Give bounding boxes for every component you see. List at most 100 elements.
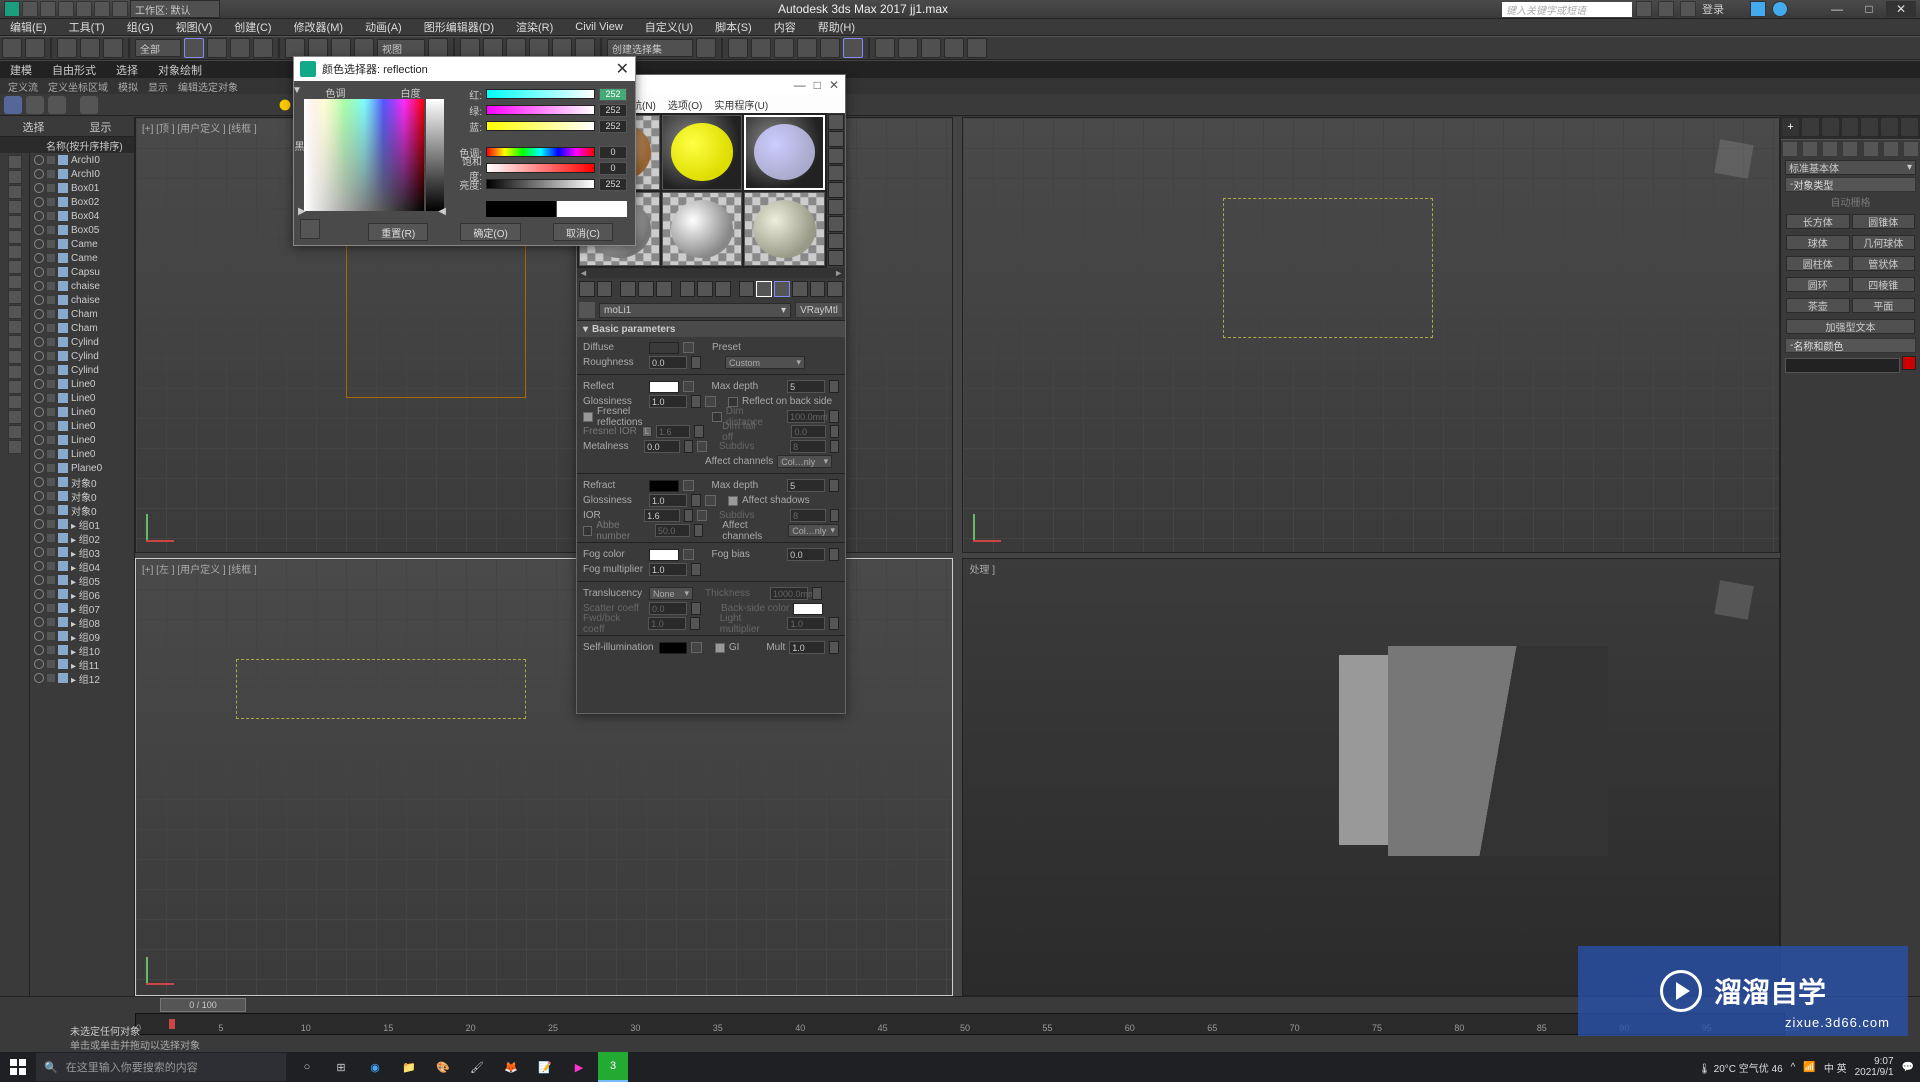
freeze-icon[interactable]: [47, 646, 55, 654]
list-item[interactable]: 对象0: [30, 475, 134, 489]
freeze-icon[interactable]: [47, 338, 55, 346]
placement-button[interactable]: [354, 38, 374, 58]
3dsmax-icon[interactable]: 3: [598, 1052, 628, 1082]
abbe-check[interactable]: [583, 526, 592, 536]
link-button[interactable]: [57, 38, 77, 58]
login-link[interactable]: 登录: [1702, 1, 1724, 17]
list-item[interactable]: Plane0: [30, 461, 134, 475]
refr-gloss-map-button[interactable]: [705, 495, 716, 506]
mat-slot-3[interactable]: [744, 115, 825, 190]
visibility-icon[interactable]: [34, 505, 44, 515]
textplus-button[interactable]: 加强型文本: [1786, 319, 1915, 334]
visibility-icon[interactable]: [34, 603, 44, 613]
filter-cam-icon[interactable]: [8, 215, 22, 229]
freeze-icon[interactable]: [47, 506, 55, 514]
freeze-icon[interactable]: [47, 604, 55, 612]
toggle-ribbon-button[interactable]: [774, 38, 794, 58]
metalness-spin-btn[interactable]: [684, 440, 693, 453]
list-item[interactable]: ▸ 组04: [30, 559, 134, 573]
visibility-icon[interactable]: [34, 337, 44, 347]
help-icon[interactable]: [1772, 1, 1788, 17]
visibility-icon[interactable]: [34, 267, 44, 277]
visibility-icon[interactable]: [34, 617, 44, 627]
ime-indicator[interactable]: 中 英: [1824, 1060, 1847, 1075]
me-menu-options[interactable]: 选项(O): [668, 97, 702, 112]
list-item[interactable]: 对象0: [30, 489, 134, 503]
lightmult-spin-btn[interactable]: [829, 617, 839, 630]
visibility-icon[interactable]: [34, 351, 44, 361]
visibility-icon[interactable]: [34, 309, 44, 319]
abbe-spin-btn[interactable]: [694, 524, 703, 537]
viewport-front[interactable]: [962, 117, 1780, 553]
cp-collapse-button[interactable]: +: [1782, 118, 1799, 136]
clock[interactable]: 9:07 2021/9/1: [1855, 1056, 1894, 1078]
render-online-button[interactable]: [944, 38, 964, 58]
refr-depth-spin-btn[interactable]: [829, 479, 839, 492]
freeze-icon[interactable]: [47, 520, 55, 528]
visibility-icon[interactable]: [34, 491, 44, 501]
metalness-spinner[interactable]: 0.0: [644, 440, 679, 453]
reset-button[interactable]: 重置(R): [368, 223, 428, 241]
menu-modifiers[interactable]: 修改器(M): [294, 19, 344, 35]
put-material-icon[interactable]: [597, 281, 613, 297]
exchange-icon[interactable]: [1750, 1, 1766, 17]
menu-script[interactable]: 脚本(S): [715, 19, 752, 35]
list-item[interactable]: ▸ 组10: [30, 643, 134, 657]
filter-shape-icon[interactable]: [8, 185, 22, 199]
explorer-icon[interactable]: 📁: [394, 1052, 424, 1082]
edge-icon[interactable]: ◉: [360, 1052, 390, 1082]
menu-civil[interactable]: Civil View: [575, 21, 622, 33]
sat-value[interactable]: 0: [599, 162, 627, 175]
cp-tool-4[interactable]: [1861, 118, 1878, 136]
subtab-5[interactable]: 编辑选定对象: [178, 79, 238, 94]
object-name-input[interactable]: [1785, 358, 1900, 373]
tube-button[interactable]: 管状体: [1852, 256, 1916, 271]
visibility-icon[interactable]: [34, 365, 44, 375]
trans-dropdown[interactable]: None▾: [649, 587, 693, 600]
freeze-icon[interactable]: [47, 450, 55, 458]
sun-icon[interactable]: [276, 96, 294, 114]
refract-map-button[interactable]: [683, 480, 694, 491]
list-item[interactable]: Cylind: [30, 335, 134, 349]
mat-slot-5[interactable]: [662, 192, 743, 267]
visibility-icon[interactable]: [34, 295, 44, 305]
red-value[interactable]: 252: [599, 88, 627, 101]
preset-dropdown[interactable]: Custom▾: [725, 356, 805, 369]
tab-paint[interactable]: 对象绘制: [158, 62, 202, 78]
shapes-subtab[interactable]: [1803, 142, 1817, 156]
list-item[interactable]: ArchI0: [30, 167, 134, 181]
show-map-icon[interactable]: [756, 281, 772, 297]
visibility-icon[interactable]: [34, 253, 44, 263]
filter-h-icon[interactable]: [8, 440, 22, 454]
val-value[interactable]: 252: [599, 178, 627, 191]
freeze-icon[interactable]: [47, 548, 55, 556]
list-item[interactable]: ▸ 组06: [30, 587, 134, 601]
menu-edit[interactable]: 编辑(E): [10, 19, 47, 35]
teapot-button[interactable]: 茶壶: [1786, 298, 1850, 313]
freeze-icon[interactable]: [47, 156, 55, 164]
close-button[interactable]: ✕: [1886, 1, 1916, 17]
sat-slider[interactable]: [486, 163, 595, 173]
filter-a-icon[interactable]: [8, 335, 22, 349]
fogmult-spinner[interactable]: 1.0: [649, 563, 687, 576]
fogbias-spinner[interactable]: 0.0: [787, 548, 825, 561]
reflect-map-button[interactable]: [683, 381, 694, 392]
visibility-icon[interactable]: [34, 449, 44, 459]
list-item[interactable]: chaise: [30, 279, 134, 293]
visibility-icon[interactable]: [34, 393, 44, 403]
list-item[interactable]: Cylind: [30, 363, 134, 377]
freeze-icon[interactable]: [47, 660, 55, 668]
affect-shadows-check[interactable]: [728, 496, 738, 506]
tab-freeform[interactable]: 自由形式: [52, 62, 96, 78]
ior-map-button[interactable]: [697, 510, 707, 521]
cp-tool-5[interactable]: [1881, 118, 1898, 136]
assign-material-icon[interactable]: [620, 281, 636, 297]
workspace-dropdown[interactable]: 工作区: 默认: [130, 0, 220, 18]
cortana-button[interactable]: ⊞: [326, 1052, 356, 1082]
list-item[interactable]: ▸ 组12: [30, 671, 134, 685]
viewport-perspective[interactable]: 处理 ]: [962, 558, 1780, 996]
filter-hidden-icon[interactable]: [8, 320, 22, 334]
green-slider[interactable]: [486, 105, 595, 115]
list-item[interactable]: ▸ 组05: [30, 573, 134, 587]
me-scroll-right[interactable]: ►: [834, 268, 843, 278]
